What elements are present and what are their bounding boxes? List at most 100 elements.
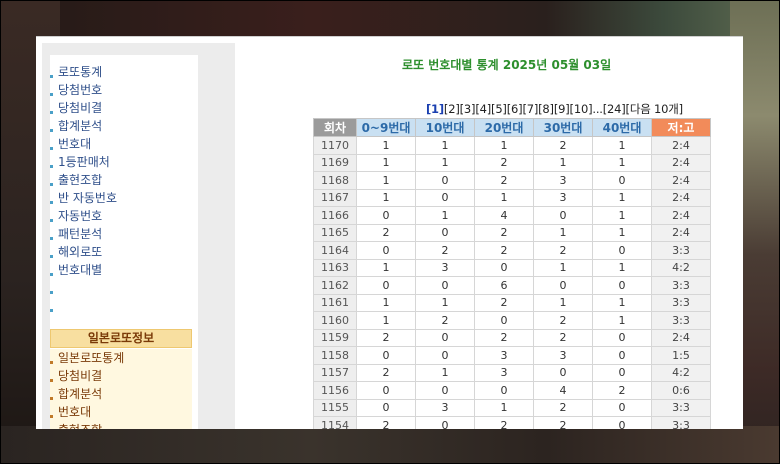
pagination: [1][2][3][4][5][6][7][8][9][10]...[24][다… [426,101,683,117]
page-link-5[interactable]: [5] [491,102,507,116]
bullet-icon [50,255,53,258]
bullet-icon [50,397,53,400]
count-cell: 2 [415,241,475,260]
table-row: 1167 1 0 1 3 1 2:4 [313,188,711,207]
japan-lotto-item[interactable]: 일본로또통계 [50,349,192,367]
page-link-7[interactable]: [7] [522,102,538,116]
page-link-1[interactable]: [1] [426,102,444,116]
bullet-icon [50,361,53,364]
count-cell: 1 [592,188,652,207]
sidebar-item[interactable]: 반 자동번호 [50,189,198,207]
sidebar-item[interactable]: 번호대별 [50,261,198,279]
count-cell: 2 [592,381,652,400]
bullet-icon [50,379,53,382]
count-cell: 0 [356,241,416,260]
ratio-cell: 2:4 [651,153,711,172]
table-row: 1163 1 3 0 1 1 4:2 [313,258,711,277]
table-row: 1154 2 0 2 2 0 3:3 [313,416,711,429]
sidebar-menu: 로또통계당첨번호당첨비결합계분석번호대 1등판매처출현조합 반 자동번호 자동번호패턴… [50,63,198,315]
sidebar-item[interactable] [50,279,198,297]
page-link-9[interactable]: [9] [554,102,570,116]
ratio-cell: 2:4 [651,136,711,155]
count-cell: 1 [415,153,475,172]
count-cell: 0 [474,258,534,277]
round-cell: 1154 [313,416,357,429]
sidebar-item[interactable]: 당첨번호 [50,81,198,99]
sidebar-item[interactable]: 해외로또 [50,243,198,261]
background-bottom [0,426,780,464]
sidebar-item[interactable]: 패턴분석 [50,225,198,243]
column-header: 0~9번대 [356,118,416,137]
count-cell: 1 [592,206,652,225]
count-cell: 1 [533,223,593,242]
table-row: 1158 0 0 3 3 0 1:5 [313,346,711,365]
count-cell: 1 [415,363,475,382]
round-cell: 1161 [313,293,357,312]
japan-lotto-item[interactable]: 합계분석 [50,385,192,403]
sidebar-item[interactable]: 출현조합 [50,171,198,189]
count-cell: 2 [533,416,593,429]
count-cell: 0 [415,223,475,242]
table-row: 1164 0 2 2 2 0 3:3 [313,241,711,260]
count-cell: 1 [592,153,652,172]
sidebar-item-label: 번호대 [58,137,92,151]
bullet-icon [50,291,53,294]
bullet-icon [50,237,53,240]
ratio-cell: 2:4 [651,223,711,242]
page-link-last[interactable]: [24] [603,102,626,116]
sidebar-item[interactable]: 당첨비결 [50,99,198,117]
count-cell: 0 [592,276,652,295]
page-link-next[interactable]: [다음 10개] [626,101,684,117]
sidebar-item[interactable]: 합계분석 [50,117,198,135]
sidebar-item-label: 로또통계 [58,65,103,79]
japan-lotto-item[interactable]: 당첨비결 [50,367,192,385]
sidebar-item[interactable]: 로또통계 [50,63,198,81]
count-cell: 0 [415,346,475,365]
count-cell: 1 [592,223,652,242]
ratio-cell: 2:4 [651,206,711,225]
sidebar-item-label: 당첨번호 [58,83,103,97]
count-cell: 2 [356,223,416,242]
page-link-4[interactable]: [4] [475,102,491,116]
table-row: 1157 2 1 3 0 0 4:2 [313,363,711,382]
column-header: 10번대 [415,118,475,137]
background-top [0,0,780,38]
count-cell: 3 [415,258,475,277]
count-cell: 0 [592,241,652,260]
japan-lotto-item[interactable]: 번호대 [50,403,192,421]
count-cell: 2 [533,241,593,260]
sidebar-item-label: 패턴분석 [58,227,103,241]
count-cell: 3 [533,346,593,365]
sidebar-item-label: 1등판매처 [58,155,110,169]
ratio-cell: 4:2 [651,363,711,382]
sidebar-item[interactable]: 번호대 [50,135,198,153]
count-cell: 0 [592,171,652,190]
page-title: 로또 번호대별 통계 2025년 05월 03일 [402,58,612,72]
sidebar-item[interactable]: 1등판매처 [50,153,198,171]
sidebar-item-label: 번호대별 [58,263,103,277]
sidebar-item[interactable] [50,297,198,315]
page-link-6[interactable]: [6] [507,102,523,116]
count-cell: 0 [592,328,652,347]
count-cell: 0 [533,363,593,382]
count-cell: 0 [356,276,416,295]
japan-lotto-item[interactable]: 출현조합 [50,421,192,429]
page-link-3[interactable]: [3] [460,102,476,116]
count-cell: 3 [533,171,593,190]
column-header: 30번대 [533,118,593,137]
sidebar-item-label: 당첨비결 [58,101,103,115]
count-cell: 1 [533,293,593,312]
sidebar-item[interactable]: 자동번호 [50,207,198,225]
ratio-cell: 3:3 [651,398,711,417]
count-cell: 1 [533,258,593,277]
round-cell: 1159 [313,328,357,347]
count-cell: 1 [356,171,416,190]
count-cell: 1 [415,206,475,225]
round-cell: 1164 [313,241,357,260]
table-row: 1159 2 0 2 2 0 2:4 [313,328,711,347]
page-link-2[interactable]: [2] [444,102,460,116]
page-link-8[interactable]: [8] [538,102,554,116]
count-cell: 2 [356,328,416,347]
count-cell: 0 [415,188,475,207]
page-link-10[interactable]: [10] [570,102,593,116]
